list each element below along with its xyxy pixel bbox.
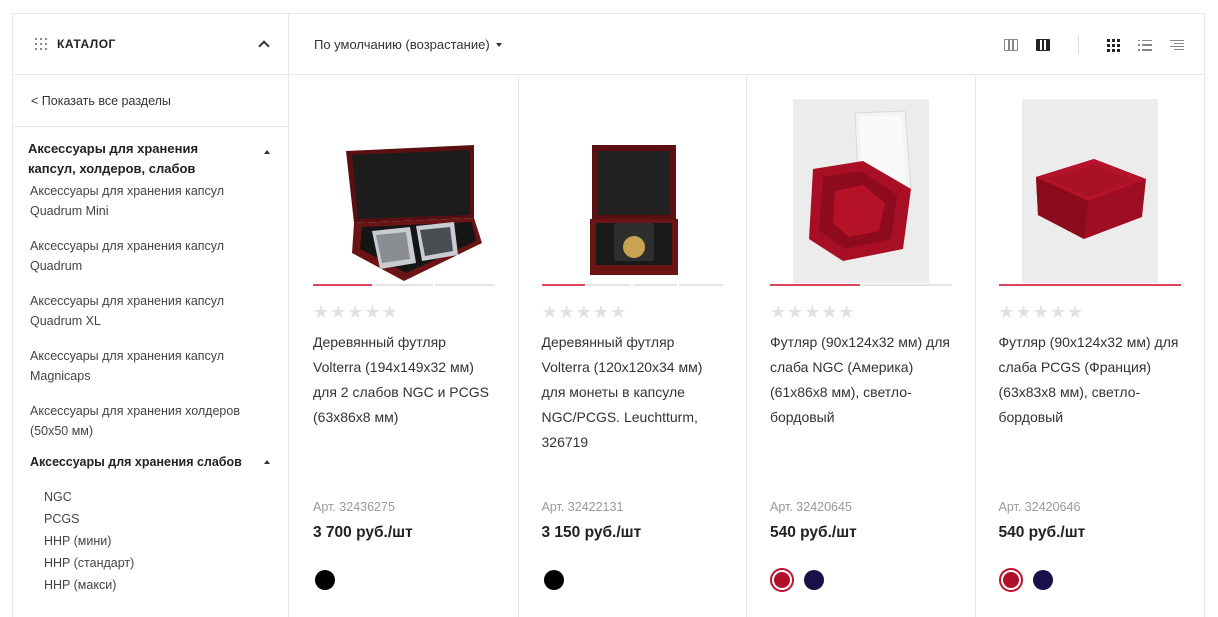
three-columns-icon[interactable] <box>1004 39 1018 51</box>
product-price: 540 руб./шт <box>770 524 857 541</box>
color-swatch-burgundy[interactable] <box>770 568 794 592</box>
product-image[interactable] <box>313 99 495 283</box>
section-storage-accessories[interactable]: Аксессуары для хранения капсул, холдеров… <box>13 127 288 179</box>
gallery-indicator <box>770 284 952 286</box>
color-swatch-burgundy[interactable] <box>998 568 1023 592</box>
color-swatch-black[interactable] <box>542 568 566 592</box>
sort-toolbar: По умолчанию (возрастание) <box>290 14 1204 75</box>
product-price: 540 руб./шт <box>998 524 1086 541</box>
velvet-case-closed-image <box>1021 99 1158 283</box>
section-title: Аксессуары для хранения слабов <box>30 455 242 469</box>
caret-up-icon[interactable] <box>264 460 270 464</box>
product-title[interactable]: Деревянный футляр Volterra (194x149x32 м… <box>313 330 495 500</box>
sidebar-item-pcgs[interactable]: PCGS <box>44 508 288 530</box>
sidebar-item[interactable]: Аксессуары для хранения холдеров (50x50 … <box>30 401 270 456</box>
gallery-indicator <box>541 284 723 286</box>
color-swatches <box>542 568 724 592</box>
show-all-sections-link[interactable]: < Показать все разделы <box>13 75 288 127</box>
wooden-case-two-slabs-image <box>345 145 482 281</box>
color-swatches <box>998 568 1182 592</box>
gallery-indicator <box>313 284 495 286</box>
view-controls <box>986 36 1184 54</box>
wooden-case-single-slab-image <box>590 145 679 275</box>
sidebar-item[interactable]: Аксессуары для хранения капсул Quadrum X… <box>30 291 270 346</box>
caret-up-icon[interactable] <box>264 150 270 154</box>
four-columns-icon[interactable] <box>1036 39 1050 51</box>
gallery-indicator <box>998 284 1181 286</box>
sidebar-item[interactable]: Аксессуары для хранения капсул Quadrum <box>30 236 270 291</box>
sort-label: По умолчанию (возрастание) <box>314 36 490 52</box>
color-swatches <box>313 568 495 592</box>
rating-stars: ★★★★★ <box>313 302 399 322</box>
color-swatch-navy[interactable] <box>1031 568 1055 592</box>
product-article: Арт. 32420646 <box>998 500 1081 514</box>
color-swatch-navy[interactable] <box>802 568 826 592</box>
product-article: Арт. 32436275 <box>313 500 395 514</box>
sidebar-item-hhp-maxi[interactable]: HHP (макси) <box>44 574 288 596</box>
sidebar-item-hhp-standard[interactable]: HHP (стандарт) <box>44 552 288 574</box>
product-article: Арт. 32420645 <box>770 500 852 514</box>
product-image[interactable] <box>542 99 724 283</box>
rating-stars: ★★★★★ <box>541 302 628 322</box>
product-card[interactable]: ★★★★★ Деревянный футляр Volterra (194x14… <box>290 76 519 617</box>
section-title: Аксессуары для хранения капсул, холдеров… <box>28 141 199 176</box>
grid-view-icon[interactable] <box>1107 38 1120 52</box>
grid-dots-icon <box>35 38 47 50</box>
color-swatch-black[interactable] <box>313 568 337 592</box>
product-card[interactable]: ★★★★★ Футляр (90x124x32 мм) для слаба NG… <box>747 76 976 617</box>
compact-list-view-icon[interactable] <box>1170 39 1184 51</box>
rating-stars: ★★★★★ <box>998 302 1085 322</box>
catalog-title: КАТАЛОГ <box>57 37 116 51</box>
catalog-sidebar: КАТАЛОГ < Показать все разделы Аксессуар… <box>13 14 289 617</box>
sidebar-item[interactable]: Аксессуары для хранения капсул Magnicaps <box>30 346 270 401</box>
slab-brand-list: NGC PCGS HHP (мини) HHP (стандарт) HHP (… <box>13 472 288 596</box>
sidebar-item-ngc[interactable]: NGC <box>44 486 288 508</box>
product-grid: ★★★★★ Деревянный футляр Volterra (194x14… <box>290 76 1204 617</box>
chevron-down-icon <box>495 43 502 48</box>
product-title[interactable]: Футляр (90x124x32 мм) для слаба PCGS (Фр… <box>999 330 1182 500</box>
section-slab-accessories[interactable]: Аксессуары для хранения слабов <box>13 452 288 472</box>
divider <box>1078 36 1079 54</box>
product-title[interactable]: Футляр (90x124x32 мм) для слаба NGC (Аме… <box>770 330 952 500</box>
velvet-case-open-image <box>792 99 929 283</box>
rating-stars: ★★★★★ <box>770 302 856 322</box>
color-swatches <box>770 568 952 592</box>
product-image[interactable] <box>770 99 952 283</box>
section-sub-list: Аксессуары для хранения капсул Quadrum M… <box>13 179 288 456</box>
product-title[interactable]: Деревянный футляр Volterra (120x120x34 м… <box>542 330 724 500</box>
sort-dropdown[interactable]: По умолчанию (возрастание) <box>314 37 502 52</box>
product-card[interactable]: ★★★★★ Футляр (90x124x32 мм) для слаба PC… <box>976 76 1205 617</box>
catalog-header[interactable]: КАТАЛОГ <box>13 14 288 75</box>
product-image[interactable] <box>999 99 1182 283</box>
catalog-frame: КАТАЛОГ < Показать все разделы Аксессуар… <box>12 13 1205 617</box>
product-card[interactable]: ★★★★★ Деревянный футляр Volterra (120x12… <box>519 76 747 617</box>
collapse-chevron-icon[interactable] <box>258 40 270 52</box>
list-view-icon[interactable] <box>1138 39 1152 51</box>
product-price: 3 700 руб./шт <box>313 524 413 541</box>
sidebar-item-hhp-mini[interactable]: HHP (мини) <box>44 530 288 552</box>
product-article: Арт. 32422131 <box>541 500 624 514</box>
sidebar-item[interactable]: Аксессуары для хранения капсул Quadrum M… <box>30 181 270 236</box>
product-price: 3 150 руб./шт <box>541 524 642 541</box>
